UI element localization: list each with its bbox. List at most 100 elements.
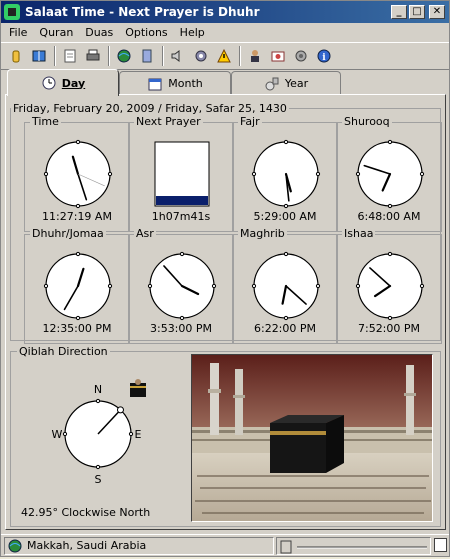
person-icon[interactable]	[244, 45, 266, 67]
photo-icon[interactable]	[267, 45, 289, 67]
clock-box: Shurooq 6:48:00 AM	[336, 115, 442, 232]
clock-tick	[387, 203, 393, 209]
clock-tick	[179, 251, 185, 257]
tab-day[interactable]: Day	[7, 69, 119, 96]
slider-track	[280, 540, 427, 554]
clock-label: Fajr	[238, 115, 262, 128]
clock-tick	[387, 139, 393, 145]
menu-bar: File Quran Duas Options Help	[1, 23, 449, 42]
clock-tick	[355, 283, 361, 289]
info-icon[interactable]: i	[313, 45, 335, 67]
clock-tick	[251, 283, 257, 289]
clock-label: Dhuhr/Jomaa	[30, 227, 106, 240]
location-panel: Makkah, Saudi Arabia	[4, 536, 274, 555]
clock-label: Time	[30, 115, 61, 128]
tab-strip: Day Month Year	[5, 69, 447, 96]
clock-tick	[107, 171, 113, 177]
globe-icon[interactable]	[113, 45, 135, 67]
clock-tick	[251, 171, 257, 177]
calendar-icon	[148, 78, 162, 90]
clock-time: 1h07m41s	[151, 210, 211, 223]
clock-tick	[355, 171, 361, 177]
clock-tick	[75, 203, 81, 209]
date-heading: Friday, February 20, 2009 / Friday, Safa…	[11, 102, 289, 115]
clock-box: Time 11:27:19 AM	[24, 115, 130, 232]
close-button[interactable]: ✕	[429, 5, 445, 19]
toolbar-separator	[108, 46, 110, 66]
analog-clock	[251, 139, 321, 209]
tab-year-label: Year	[284, 77, 309, 90]
window-title: Salaat Time - Next Prayer is Dhuhr	[25, 5, 260, 19]
clock-time: 12:35:00 PM	[42, 322, 112, 335]
gear-icon[interactable]	[190, 45, 212, 67]
tab-day-label: Day	[61, 76, 86, 90]
clock-box: Next Prayer 1h07m41s	[128, 115, 234, 232]
hand-icon[interactable]	[5, 45, 27, 67]
menu-file[interactable]: File	[3, 26, 33, 39]
status-bar: Makkah, Saudi Arabia	[1, 534, 449, 556]
qiblah-direction-text: 42.95° Clockwise North	[21, 506, 151, 519]
compass-west: W	[52, 428, 63, 441]
clock-tick	[147, 283, 153, 289]
makkah-photo	[191, 354, 433, 522]
clock-time: 5:29:00 AM	[253, 210, 317, 223]
warning-icon[interactable]	[213, 45, 235, 67]
analog-clock	[355, 139, 425, 209]
clock-tick	[315, 171, 321, 177]
volume-slider[interactable]	[276, 537, 431, 555]
menu-help[interactable]: Help	[174, 26, 211, 39]
document-icon[interactable]	[59, 45, 81, 67]
clock-tick	[211, 283, 217, 289]
clock-box: Maghrib 6:22:00 PM	[232, 227, 338, 344]
clock-box: Fajr 5:29:00 AM	[232, 115, 338, 232]
title-bar[interactable]: Salaat Time - Next Prayer is Dhuhr _ □ ✕	[1, 1, 449, 23]
speaker-icon[interactable]	[167, 45, 189, 67]
clock-label: Ishaa	[342, 227, 376, 240]
tab-month[interactable]: Month	[119, 71, 231, 95]
printer-icon[interactable]	[82, 45, 104, 67]
tab-year[interactable]: Year	[231, 71, 341, 95]
compass-north: N	[94, 383, 102, 396]
clock-tick	[75, 139, 81, 145]
analog-clock	[147, 251, 217, 321]
clock-tick	[283, 203, 289, 209]
clock-label: Asr	[134, 227, 156, 240]
location-text: Makkah, Saudi Arabia	[27, 539, 147, 552]
app-icon	[4, 4, 20, 20]
clock-time: 7:52:00 PM	[357, 322, 421, 335]
qiblah-label: Qiblah Direction	[17, 345, 110, 358]
clock-tick	[315, 283, 321, 289]
menu-duas[interactable]: Duas	[79, 26, 119, 39]
clock-icon	[42, 76, 56, 90]
clock-tick	[43, 171, 49, 177]
book-icon[interactable]	[28, 45, 50, 67]
next-prayer-progress	[154, 141, 210, 207]
scroll-icon[interactable]	[136, 45, 158, 67]
clock-time: 6:48:00 AM	[357, 210, 421, 223]
clock-tick	[107, 283, 113, 289]
clock-box: Asr 3:53:00 PM	[128, 227, 234, 344]
clock-tick	[75, 315, 81, 321]
sound-icon[interactable]	[290, 45, 312, 67]
compass-east: E	[135, 428, 142, 441]
maximize-button[interactable]: □	[409, 5, 425, 19]
menu-options[interactable]: Options	[119, 26, 173, 39]
clock-box: Ishaa 7:52:00 PM	[336, 227, 442, 344]
kaaba-icon	[130, 379, 146, 397]
toolbar-separator	[239, 46, 241, 66]
analog-clock	[43, 139, 113, 209]
toolbar-separator	[162, 46, 164, 66]
analog-clock	[355, 251, 425, 321]
globe-icon	[8, 539, 22, 552]
clock-time: 6:22:00 PM	[253, 322, 317, 335]
svg-text:i: i	[322, 53, 326, 63]
toolbar: i	[1, 42, 449, 70]
status-checkbox[interactable]	[434, 538, 447, 552]
qiblah-needle-tip	[116, 406, 124, 414]
slider-thumb-left[interactable]	[280, 540, 292, 554]
clock-tick	[75, 251, 81, 257]
analog-clock	[43, 251, 113, 321]
minimize-button[interactable]: _	[391, 5, 407, 19]
clock-label: Shurooq	[342, 115, 392, 128]
menu-quran[interactable]: Quran	[33, 26, 79, 39]
